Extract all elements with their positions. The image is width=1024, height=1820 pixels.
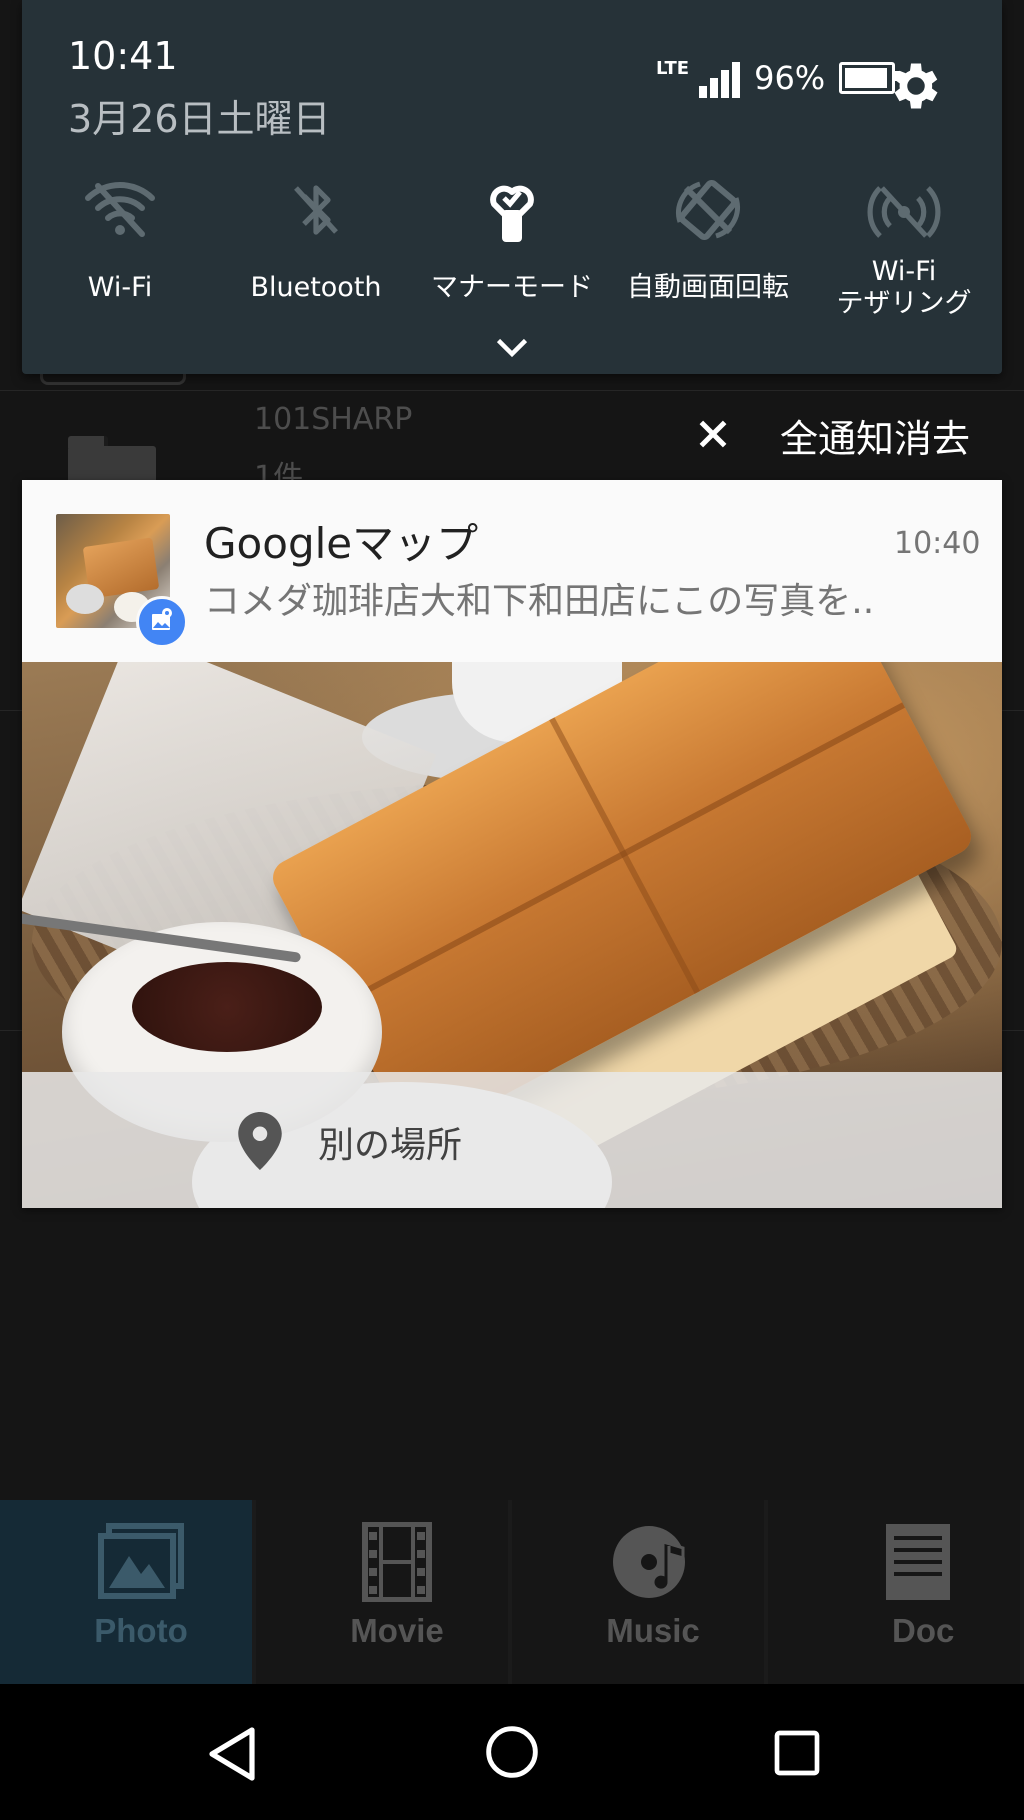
tab-label: Music — [606, 1612, 700, 1649]
tile-manner-mode[interactable]: マナーモード — [414, 170, 610, 303]
home-icon[interactable] — [484, 1724, 540, 1780]
category-tab-bar: Photo Movie Music Doc — [0, 1500, 1024, 1684]
manner-mode-icon — [490, 185, 534, 242]
tab-movie[interactable]: Movie — [256, 1500, 512, 1684]
tile-label: Wi-Fi テザリング — [806, 256, 1002, 320]
tab-label: Doc — [892, 1612, 955, 1649]
divider — [0, 390, 1024, 391]
notification-action-different-place[interactable]: 別の場所 — [22, 1072, 1002, 1208]
back-icon[interactable] — [202, 1724, 262, 1784]
auto-rotate-off-icon — [676, 179, 740, 241]
status-icons: LTE 96% — [656, 57, 901, 98]
tile-wifi[interactable]: Wi-Fi — [22, 170, 218, 303]
clear-all-button[interactable]: 全通知消去 — [780, 408, 970, 463]
recents-icon[interactable] — [772, 1728, 822, 1778]
tile-label: マナーモード — [431, 272, 593, 303]
wifi-off-icon — [85, 182, 155, 237]
tile-label: Bluetooth — [250, 272, 382, 303]
music-disc-icon — [613, 1526, 685, 1598]
battery-percent: 96% — [754, 59, 826, 97]
status-time: 10:41 — [68, 34, 178, 78]
close-icon[interactable] — [693, 414, 733, 454]
tab-photo[interactable]: Photo — [0, 1500, 256, 1684]
notification-time: 10:40 — [894, 526, 981, 561]
tab-label: Movie — [350, 1612, 444, 1649]
tab-doc[interactable]: Doc — [768, 1500, 1024, 1684]
tab-label: Photo — [94, 1612, 188, 1649]
status-date: 3月26日土曜日 — [68, 97, 331, 141]
tile-label: 自動画面回転 — [627, 272, 789, 303]
action-label: 別の場所 — [318, 1125, 463, 1166]
tile-label: Wi-Fi — [87, 272, 153, 303]
bluetooth-off-icon — [294, 185, 338, 235]
location-pin-icon — [238, 1112, 282, 1170]
signal-icon — [699, 58, 741, 98]
network-type: LTE — [656, 57, 690, 79]
film-icon — [362, 1522, 432, 1602]
maps-photo-badge-icon — [136, 596, 188, 648]
wifi-tethering-off-icon — [867, 186, 941, 238]
notification-app-name: Googleマップ — [204, 519, 479, 568]
gear-icon[interactable] — [886, 56, 946, 116]
tile-label-line2: テザリング — [836, 288, 972, 319]
tile-wifi-tethering[interactable]: Wi-Fi テザリング — [806, 170, 1002, 319]
tile-bluetooth[interactable]: Bluetooth — [218, 170, 414, 303]
folder-name: 101SHARP — [254, 402, 413, 437]
chevron-down-icon[interactable] — [494, 336, 530, 360]
photo-icon — [98, 1523, 184, 1599]
document-icon — [886, 1524, 950, 1600]
tile-label-line1: Wi-Fi — [871, 256, 937, 287]
tab-music[interactable]: Music — [512, 1500, 768, 1684]
tile-auto-rotate[interactable]: 自動画面回転 — [610, 170, 806, 303]
notification-text: コメダ珈琲店大和下和田店にこの写真を.. — [204, 581, 875, 622]
notification-card[interactable]: Googleマップ 10:40 コメダ珈琲店大和下和田店にこの写真を.. 別の場… — [22, 480, 1002, 1208]
